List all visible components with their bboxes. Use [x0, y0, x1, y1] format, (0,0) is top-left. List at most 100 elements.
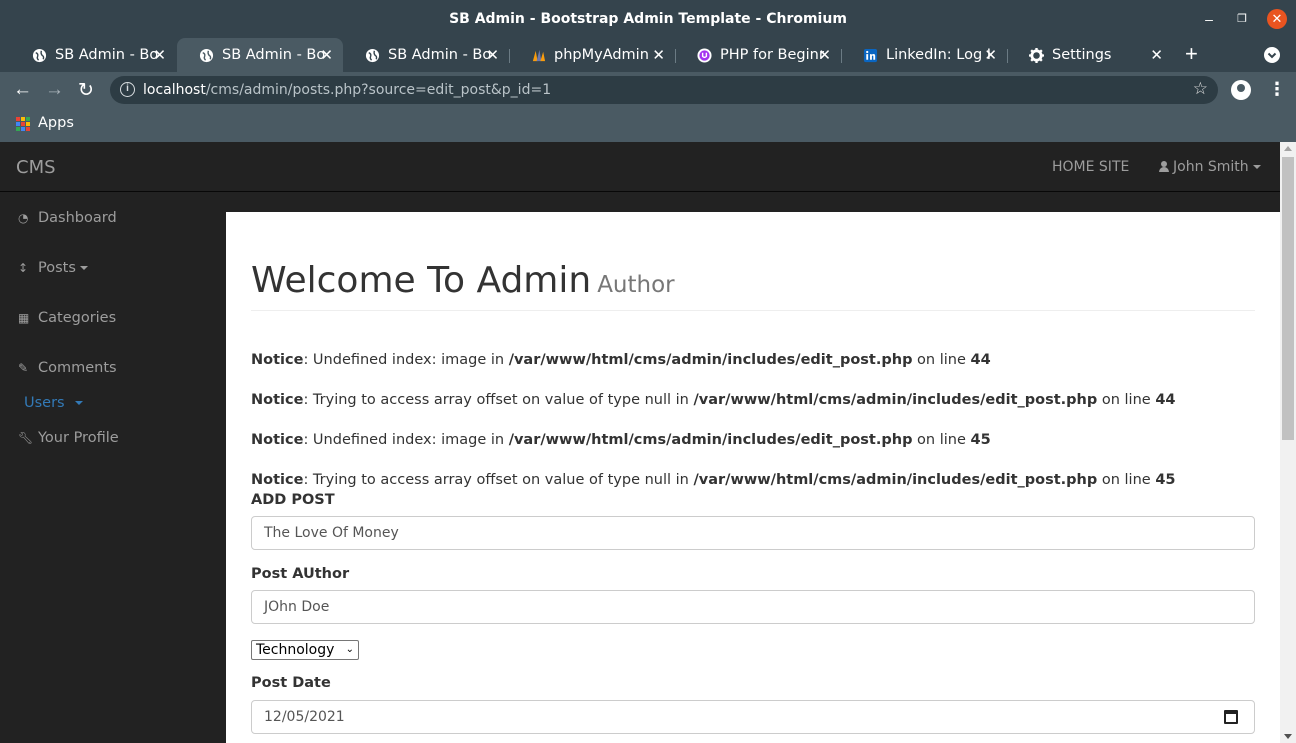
edit-icon: ✎ — [18, 361, 29, 375]
close-tab-icon[interactable]: ✕ — [984, 46, 997, 64]
gear-icon — [1029, 48, 1044, 63]
window-title: SB Admin - Bootstrap Admin Template - Ch… — [449, 11, 847, 27]
post-date-label: Post Date — [251, 675, 331, 691]
sidebar-item-label: Comments — [38, 360, 117, 376]
category-select[interactable]: Technology ⌄ — [251, 640, 359, 660]
tab-label: SB Admin - Bootstrap — [222, 47, 326, 63]
tab-label: phpMyAdmin — [554, 47, 649, 63]
post-author-label: Post AUthor — [251, 566, 350, 582]
tab-label: SB Admin - Bootstrap — [55, 47, 159, 63]
browser-tab-2-active[interactable]: SB Admin - Bootstrap ✕ — [177, 38, 343, 72]
post-title-label: ADD POST — [251, 492, 335, 508]
post-date-input[interactable]: 12/05/2021 — [251, 700, 1255, 734]
dashboard-icon: ◔ — [18, 211, 29, 225]
sidebar-item-label: Your Profile — [38, 430, 119, 446]
globe-icon — [365, 48, 380, 63]
user-dropdown[interactable]: John Smith — [1159, 159, 1261, 175]
divider — [251, 310, 1255, 311]
browser-tab-4[interactable]: phpMyAdmin ✕ — [509, 38, 675, 72]
close-window-button[interactable]: ✕ — [1267, 9, 1287, 29]
close-tab-icon[interactable]: ✕ — [1150, 46, 1163, 64]
reload-icon[interactable]: ↻ — [78, 79, 94, 102]
main-content: Welcome To Admin Author Notice: Undefined… — [226, 212, 1280, 743]
browser-toolbar: ← → ↻ i localhost/cms/admin/posts.php?so… — [0, 72, 1296, 108]
window-titlebar: SB Admin - Bootstrap Admin Template - Ch… — [0, 0, 1296, 38]
brand-link[interactable]: CMS — [16, 157, 56, 178]
sidebar: ◔ Dashboard ↕ Posts ▦ Categories ✎ Comments … — [0, 193, 225, 743]
browser-menu-icon[interactable]: ⋮ — [1268, 79, 1286, 100]
phpmyadmin-icon — [532, 49, 546, 62]
post-author-input[interactable]: JOhn Doe — [251, 590, 1255, 624]
browser-tab-1[interactable]: SB Admin - Bootstrap ✕ — [10, 38, 176, 72]
tab-label: LinkedIn: Log In — [886, 47, 990, 63]
sidebar-item-label: Posts — [38, 260, 76, 276]
browser-tab-5[interactable]: PHP for Beginners ✕ — [675, 38, 841, 72]
minimize-button[interactable]: – — [1199, 9, 1219, 29]
page-title: Welcome To Admin Author — [251, 260, 675, 301]
page-subheading: Author — [597, 272, 675, 298]
close-tab-icon[interactable]: ✕ — [486, 46, 499, 64]
profile-avatar-icon[interactable] — [1231, 80, 1251, 100]
forward-arrow-icon[interactable]: → — [45, 79, 64, 101]
tab-strip: SB Admin - Bootstrap ✕ SB Admin - Bootst… — [0, 38, 1296, 72]
page-heading: Welcome To Admin — [251, 260, 592, 301]
sidebar-item-label: Dashboard — [38, 210, 117, 226]
close-tab-icon[interactable]: ✕ — [153, 46, 166, 64]
scrollbar-thumb[interactable] — [1282, 157, 1294, 440]
top-navbar: CMS HOME SITE John Smith — [0, 142, 1280, 192]
site-info-icon[interactable]: i — [120, 82, 135, 97]
close-tab-icon[interactable]: ✕ — [652, 46, 665, 64]
caret-down-icon — [79, 266, 88, 270]
caret-down-icon — [74, 401, 83, 405]
apps-grid-icon[interactable] — [16, 117, 30, 131]
post-title-input[interactable]: The Love Of Money — [251, 516, 1255, 550]
close-tab-icon[interactable]: ✕ — [818, 46, 831, 64]
table-icon: ▦ — [18, 311, 30, 325]
arrows-v-icon: ↕ — [18, 261, 29, 275]
globe-icon — [32, 48, 47, 63]
scroll-down-arrow-icon[interactable] — [1284, 734, 1292, 739]
apps-bookmark[interactable]: Apps — [38, 115, 74, 131]
page-scrollbar[interactable] — [1280, 142, 1296, 743]
sidebar-item-categories[interactable]: ▦ Categories — [18, 310, 116, 326]
new-tab-plus-icon[interactable]: + — [1185, 41, 1198, 67]
scroll-up-arrow-icon[interactable] — [1284, 146, 1292, 151]
tab-label: SB Admin - Bootstrap — [388, 47, 492, 63]
sidebar-item-label: Users — [24, 395, 65, 411]
address-bar[interactable]: i localhost/cms/admin/posts.php?source=e… — [110, 76, 1218, 104]
sidebar-item-dashboard[interactable]: ◔ Dashboard — [18, 210, 117, 226]
url-host: localhost — [143, 82, 206, 98]
browser-tab-6[interactable]: LinkedIn: Log In ✕ — [841, 38, 1007, 72]
select-chevron-down-icon: ⌄ — [345, 644, 354, 655]
user-icon — [1159, 161, 1169, 172]
sidebar-item-comments[interactable]: ✎ Comments — [18, 360, 117, 376]
web-page: CMS HOME SITE John Smith ◔ Dashboard ↕ Pos… — [0, 142, 1280, 743]
bookmark-star-icon[interactable]: ☆ — [1193, 79, 1208, 99]
sidebar-item-your-profile[interactable]: 🔧︎ Your Profile — [18, 430, 119, 446]
sidebar-item-posts[interactable]: ↕ Posts — [18, 260, 88, 276]
calendar-icon[interactable] — [1224, 710, 1238, 724]
close-tab-icon[interactable]: ✕ — [320, 46, 333, 64]
browser-tab-3[interactable]: SB Admin - Bootstrap ✕ — [343, 38, 509, 72]
post-author-value: JOhn Doe — [264, 599, 330, 615]
browser-tab-7[interactable]: Settings ✕ — [1007, 38, 1173, 72]
wrench-icon: 🔧︎ — [18, 431, 34, 445]
home-site-link[interactable]: HOME SITE — [1052, 159, 1129, 175]
caret-down-icon — [1252, 165, 1261, 169]
sidebar-item-users[interactable]: Users — [24, 395, 83, 411]
php-notice: Notice: Trying to access array offset on… — [251, 472, 1176, 488]
bookmarks-bar: Apps — [0, 108, 1296, 142]
linkedin-icon — [863, 48, 878, 63]
url-text: localhost/cms/admin/posts.php?source=edi… — [143, 82, 551, 98]
globe-icon — [199, 48, 214, 63]
tab-label: Settings — [1052, 47, 1112, 63]
tab-search-icon[interactable] — [1264, 47, 1280, 63]
php-notice: Notice: Undefined index: image in /var/w… — [251, 432, 991, 448]
udemy-icon — [697, 48, 712, 63]
user-name: John Smith — [1173, 159, 1249, 175]
back-arrow-icon[interactable]: ← — [13, 79, 32, 101]
url-path: /cms/admin/posts.php?source=edit_post&p_… — [205, 82, 552, 98]
category-selected-value: Technology — [256, 642, 335, 658]
maximize-button[interactable]: ❐ — [1232, 9, 1252, 29]
post-date-value: 12/05/2021 — [264, 709, 345, 725]
